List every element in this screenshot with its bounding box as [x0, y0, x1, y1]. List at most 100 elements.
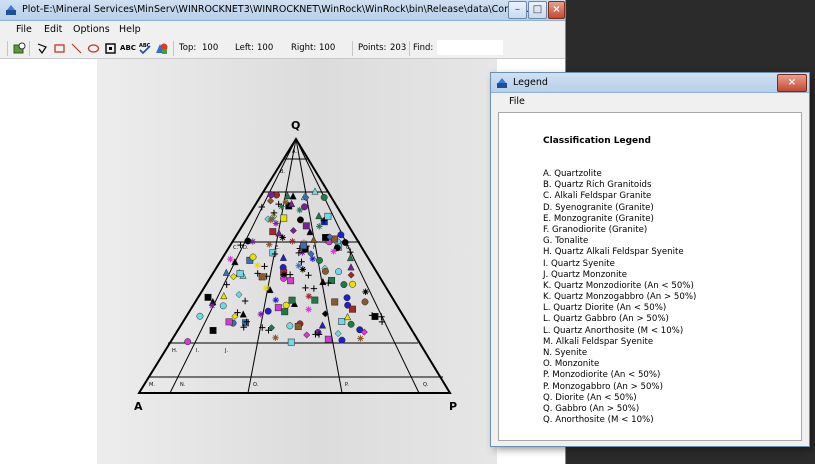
data-point — [338, 318, 346, 325]
field-label: C. — [233, 245, 238, 251]
legend-item: Q. Diorite (An < 50%) — [543, 392, 637, 403]
data-point — [311, 187, 319, 195]
main-menubar: File Edit Options Help — [0, 21, 565, 39]
data-point — [347, 271, 355, 279]
data-point — [347, 320, 355, 328]
legend-item: K. Quartz Monzogabbro (An > 50%) — [543, 292, 697, 303]
data-point — [337, 231, 345, 239]
frame-icon[interactable] — [103, 41, 117, 55]
data-point — [347, 263, 355, 271]
data-point — [225, 318, 233, 326]
data-point — [294, 323, 302, 330]
menu-file[interactable]: File — [16, 24, 32, 35]
menu-options[interactable]: Options — [73, 24, 110, 35]
shapes-icon[interactable] — [155, 41, 169, 55]
field-label: N. — [180, 382, 186, 388]
data-point — [340, 281, 348, 289]
data-point — [209, 326, 217, 334]
polygon-icon[interactable] — [35, 41, 49, 55]
points-label: Points: — [358, 43, 387, 53]
data-point — [227, 255, 234, 263]
data-point — [286, 322, 294, 330]
data-point — [298, 258, 305, 265]
legend-item: M. Alkali Feldspar Syenite — [543, 336, 654, 347]
data-point — [261, 263, 268, 270]
plot-canvas[interactable]: Q A P A. B. C. D. E. F. G. H. I. J. M. N… — [0, 59, 565, 464]
data-point — [229, 273, 238, 281]
data-point — [303, 331, 311, 339]
data-point — [239, 310, 247, 318]
data-point — [324, 212, 332, 220]
data-point — [289, 238, 296, 245]
field-line — [295, 138, 420, 394]
maximize-button[interactable]: □ — [528, 1, 547, 19]
data-point — [343, 294, 351, 302]
text-icon[interactable]: ABC — [120, 41, 136, 55]
legend-menubar: File — [491, 93, 809, 112]
app-icon — [6, 5, 16, 15]
legend-item: I. Quartz Syenite — [543, 258, 615, 269]
data-point — [302, 222, 310, 230]
legend-titlebar[interactable]: Legend × — [491, 73, 809, 93]
legend-item: D. Syenogranite (Granite) — [543, 202, 654, 213]
find-input[interactable] — [437, 40, 503, 55]
legend-item: K. Quartz Monzodiorite (An < 50%) — [543, 280, 694, 291]
legend-close-button[interactable]: × — [777, 74, 807, 92]
apex-label-p: P — [449, 400, 457, 413]
data-point — [272, 296, 279, 304]
data-point — [343, 312, 352, 321]
field-label: D. — [243, 245, 249, 251]
legend-item: N. Syenite — [543, 348, 588, 358]
data-point — [296, 206, 303, 214]
field-label: M. — [149, 382, 155, 388]
data-point — [222, 268, 230, 276]
data-point — [272, 220, 280, 227]
data-point — [244, 237, 252, 245]
ellipse-icon[interactable] — [86, 41, 100, 55]
points-value: 203 — [390, 43, 407, 53]
data-point — [196, 312, 204, 320]
zoom-icon[interactable] — [12, 41, 26, 55]
field-label: G. — [346, 245, 352, 251]
legend-item: L. Quartz Diorite (An < 50%) — [543, 303, 667, 314]
minimize-button[interactable]: – — [508, 1, 527, 19]
rectangle-icon[interactable] — [52, 41, 66, 55]
toolbar-grip — [7, 41, 8, 56]
field-label: O. — [253, 382, 259, 388]
close-button[interactable]: × — [548, 1, 565, 19]
legend-item: Q. Gabbro (An > 50%) — [543, 403, 640, 414]
data-point — [282, 301, 290, 309]
data-point — [208, 302, 216, 309]
left-value[interactable]: 100 — [257, 43, 273, 53]
data-point — [258, 273, 266, 281]
line-icon[interactable] — [69, 41, 83, 55]
right-value[interactable]: 100 — [319, 43, 335, 53]
main-titlebar[interactable]: Plot-E:\Mineral Services\MinServ\WINROCK… — [0, 0, 565, 21]
data-point — [318, 321, 327, 329]
legend-item: P. Monzodiorite (An < 50%) — [543, 370, 661, 381]
field-label: J. — [224, 348, 228, 354]
data-point — [349, 305, 356, 313]
field-line — [169, 138, 297, 394]
left-label: Left: — [235, 43, 254, 53]
menu-edit[interactable]: Edit — [44, 24, 62, 35]
legend-window: Legend × File Classification Legend A. Q… — [491, 73, 809, 446]
data-point — [316, 256, 323, 264]
data-point — [362, 288, 369, 296]
data-point — [254, 262, 261, 269]
data-point — [184, 338, 192, 346]
main-window: Plot-E:\Mineral Services\MinServ\WINROCK… — [0, 0, 565, 464]
spellcheck-icon[interactable]: ABC — [138, 41, 152, 55]
qap-ternary-diagram: Q A P A. B. C. D. E. F. G. H. I. J. M. N… — [134, 119, 457, 413]
data-point — [311, 296, 319, 304]
data-point — [319, 277, 327, 286]
data-point — [219, 302, 227, 310]
legend-title: Legend — [513, 77, 548, 88]
data-point — [310, 235, 318, 243]
data-point — [288, 296, 296, 304]
data-point — [371, 313, 379, 320]
menu-help[interactable]: Help — [119, 24, 141, 35]
field-label: Q. — [423, 382, 429, 388]
legend-menu-file[interactable]: File — [509, 96, 525, 107]
top-value[interactable]: 100 — [202, 43, 218, 53]
